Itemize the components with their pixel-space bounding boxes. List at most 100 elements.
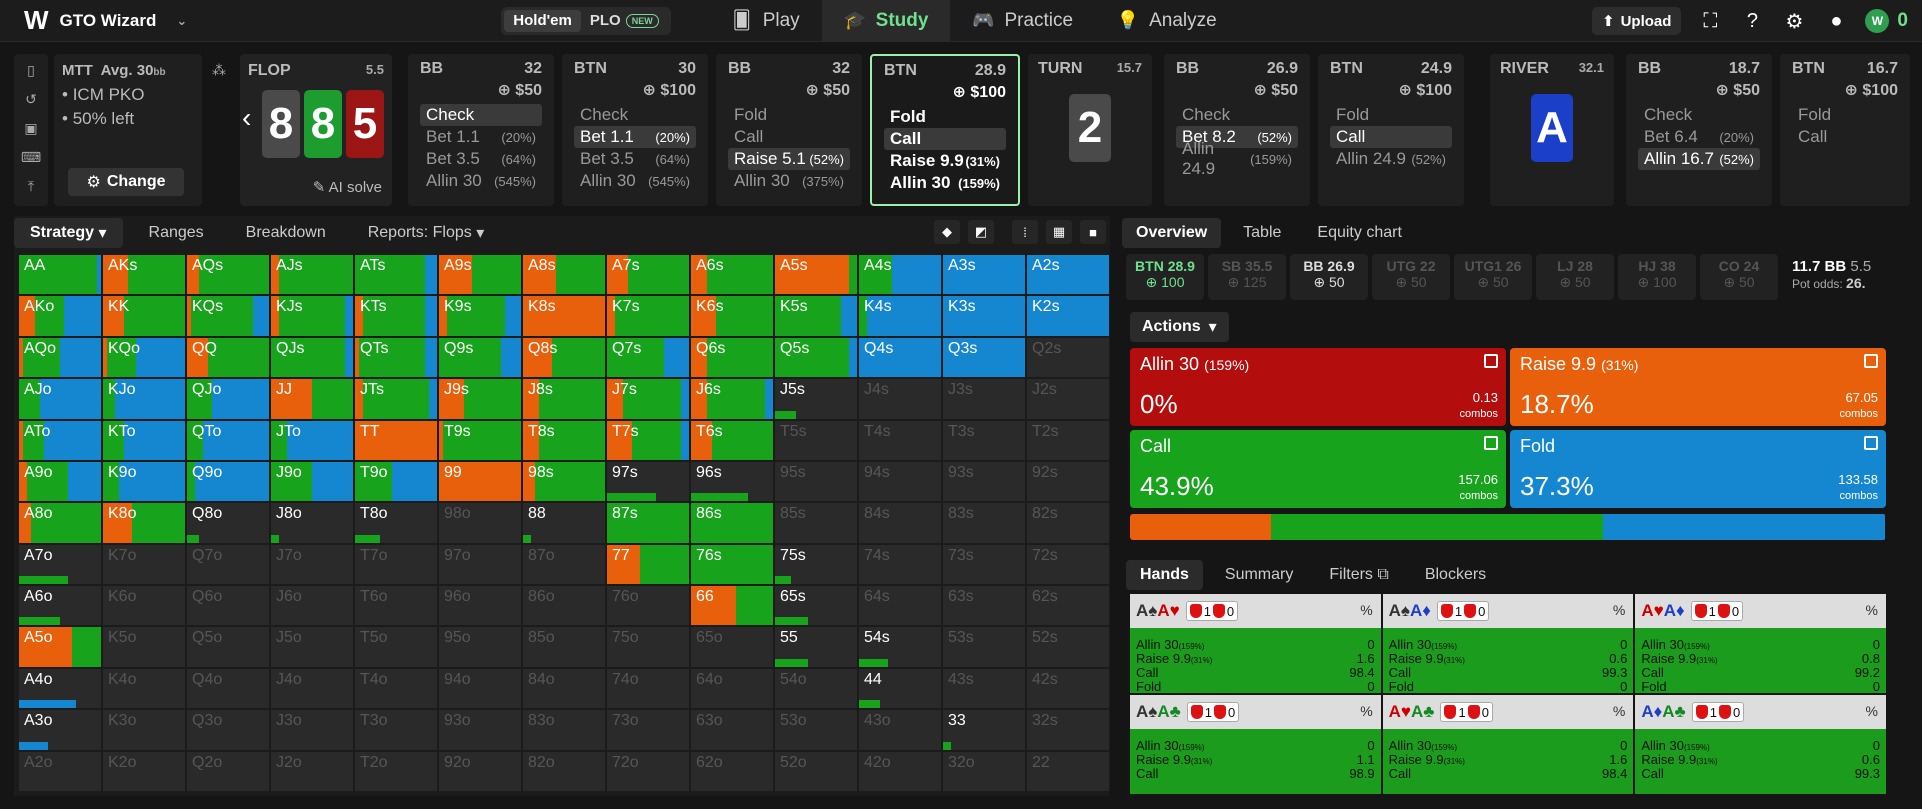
hand-cell[interactable]: 85s xyxy=(774,502,858,544)
tab-ranges[interactable]: Ranges xyxy=(133,218,220,248)
hand-cell[interactable]: T3s xyxy=(942,419,1026,461)
node-action[interactable]: Check xyxy=(574,104,696,126)
nav-practice[interactable]: 🎮 Practice xyxy=(950,0,1095,42)
hand-cell[interactable]: 64s xyxy=(858,585,942,627)
note-icon[interactable] xyxy=(1484,436,1498,450)
hand-cell[interactable]: 32o xyxy=(942,750,1026,792)
percent-toggle[interactable]: % xyxy=(1360,703,1372,719)
hand-cell[interactable]: 63s xyxy=(942,585,1026,627)
node-action[interactable]: Bet 1.1 (20%) xyxy=(420,126,542,148)
plo-option[interactable]: PLO NEW xyxy=(581,10,668,32)
nav-analyze[interactable]: 💡 Analyze xyxy=(1095,0,1239,42)
hand-cell[interactable]: 94o xyxy=(438,667,522,710)
hand-cell[interactable]: 76s xyxy=(690,543,774,586)
gamepad-icon[interactable]: ⌨ xyxy=(21,149,41,166)
hand-cell[interactable]: QQ xyxy=(186,336,270,379)
chevron-left-icon[interactable]: ‹ xyxy=(242,102,251,134)
history-icon[interactable]: ↺ xyxy=(25,91,37,108)
seat[interactable]: CO 24 ⊕ 50 xyxy=(1700,254,1778,300)
tab-reports[interactable]: Reports: Flops ▾ xyxy=(352,218,501,248)
hand-cell[interactable]: 87o xyxy=(522,543,606,586)
node-action[interactable]: Allin 30 (375%) xyxy=(728,170,850,192)
collapse-icon[interactable]: ⤒ xyxy=(28,178,34,195)
node-action[interactable]: Call xyxy=(1792,126,1898,148)
hand-cell[interactable]: A3s xyxy=(942,254,1026,296)
hand-cell[interactable]: J2o xyxy=(270,750,354,792)
hand-cell[interactable]: K6s xyxy=(690,295,774,337)
action-node[interactable]: BTN 28.9 ⊕ $100 Fold Call Raise 9.9 (31%) Allin… xyxy=(870,54,1020,206)
action-summary-card[interactable]: Call 43.9% 157.06 combos xyxy=(1130,430,1506,508)
compact-view-icon[interactable]: ⁞ xyxy=(1012,220,1038,244)
hand-cell[interactable]: J5s xyxy=(774,378,858,420)
cube-icon[interactable]: ◆ xyxy=(934,220,960,244)
hand-cell[interactable]: A2s xyxy=(1026,254,1110,296)
hand-cell[interactable]: 22 xyxy=(1026,750,1110,792)
hand-cell[interactable]: A6s xyxy=(690,254,774,296)
hand-cell[interactable]: 95o xyxy=(438,626,522,668)
hand-cell[interactable]: J8o xyxy=(270,502,354,544)
hand-cell[interactable]: 82o xyxy=(522,750,606,792)
tab-breakdown[interactable]: Breakdown xyxy=(230,218,342,248)
node-action[interactable]: Call xyxy=(728,126,850,148)
hand-cell[interactable]: KQo xyxy=(102,336,186,379)
hand-cell[interactable]: 87s xyxy=(606,502,690,544)
action-node[interactable]: BB 32 ⊕ $50 Check Bet 1.1 (20%) Bet 3.5 (64%) Al… xyxy=(408,54,554,206)
hand-cell[interactable]: QTo xyxy=(186,419,270,461)
action-node[interactable]: BTN 16.7 ⊕ $100 Fold Call xyxy=(1780,54,1910,206)
hand-cell[interactable]: 65o xyxy=(690,626,774,668)
hand-cell[interactable]: AQo xyxy=(18,336,102,379)
hand-cell[interactable]: K6o xyxy=(102,585,186,627)
hand-cell[interactable]: A5o xyxy=(18,626,102,668)
hand-cell[interactable]: A6o xyxy=(18,585,102,627)
tab-overview[interactable]: Overview xyxy=(1122,218,1222,248)
hand-cell[interactable]: J3o xyxy=(270,709,354,751)
hand-cell[interactable]: J9o xyxy=(270,460,354,503)
hand-cell[interactable]: A3o xyxy=(18,709,102,751)
seat[interactable]: LJ 28 ⊕ 50 xyxy=(1536,254,1614,300)
hand-cell[interactable]: Q2o xyxy=(186,750,270,792)
hand-cell[interactable]: 42s xyxy=(1026,667,1110,710)
hand-cell[interactable]: T6s xyxy=(690,419,774,461)
hand-cell[interactable]: T5o xyxy=(354,626,438,668)
hand-cell[interactable]: 65s xyxy=(774,585,858,627)
hand-cell[interactable]: T9o xyxy=(354,460,438,503)
coin-balance[interactable]: W0 xyxy=(1865,9,1908,33)
hand-cell[interactable]: K5o xyxy=(102,626,186,668)
hand-cell[interactable]: Q5o xyxy=(186,626,270,668)
node-action[interactable]: Allin 30 (545%) xyxy=(574,170,696,192)
hand-cell[interactable]: A4o xyxy=(18,667,102,710)
hand-cell[interactable]: 86o xyxy=(522,585,606,627)
hand-cell[interactable]: 84s xyxy=(858,502,942,544)
hand-cell[interactable]: 62s xyxy=(1026,585,1110,627)
hand-cell[interactable]: T8o xyxy=(354,502,438,544)
node-action[interactable]: Check xyxy=(1176,104,1298,126)
tab-filters[interactable]: Filters ⧉ xyxy=(1315,560,1402,590)
save-icon[interactable]: ▣ xyxy=(24,120,37,137)
hand-cell[interactable]: QJo xyxy=(186,378,270,420)
action-node[interactable]: BB 32 ⊕ $50 Fold Call Raise 5.1 (52%) Allin 30(… xyxy=(716,54,862,206)
hand-cell[interactable]: 74s xyxy=(858,543,942,586)
tab-table[interactable]: Table xyxy=(1229,218,1295,248)
combo-card[interactable]: A♥A♦ 1 0% Allin 30(159%) 0 Raise 9.9(31%) 0.8 C… xyxy=(1635,594,1886,693)
action-node[interactable]: BB 18.7 ⊕ $50 Check Bet 6.4 (20%) Allin 16.7 (5… xyxy=(1626,54,1772,206)
hand-cell[interactable]: 53s xyxy=(942,626,1026,668)
hand-cell[interactable]: 93o xyxy=(438,709,522,751)
hand-cell[interactable]: T5s xyxy=(774,419,858,461)
hand-cell[interactable]: J6o xyxy=(270,585,354,627)
hand-cell[interactable]: T6o xyxy=(354,585,438,627)
hand-cell[interactable]: JTs xyxy=(354,378,438,420)
hand-cell[interactable]: 95s xyxy=(774,460,858,503)
hand-cell[interactable]: A2o xyxy=(18,750,102,792)
hand-cell[interactable]: K2s xyxy=(1026,295,1110,337)
hand-cell[interactable]: T4s xyxy=(858,419,942,461)
hand-cell[interactable]: 64o xyxy=(690,667,774,710)
hand-cell[interactable]: Q9s xyxy=(438,336,522,379)
hand-cell[interactable]: 94s xyxy=(858,460,942,503)
hand-cell[interactable]: K3o xyxy=(102,709,186,751)
hand-cell[interactable]: Q8s xyxy=(522,336,606,379)
action-summary-card[interactable]: Fold 37.3% 133.58 combos xyxy=(1510,430,1886,508)
seat[interactable]: UTG1 26 ⊕ 50 xyxy=(1454,254,1532,300)
hand-cell[interactable]: AQs xyxy=(186,254,270,296)
screenshot-icon[interactable]: ⛶ xyxy=(1697,8,1723,34)
hand-cell[interactable]: Q4s xyxy=(858,336,942,379)
